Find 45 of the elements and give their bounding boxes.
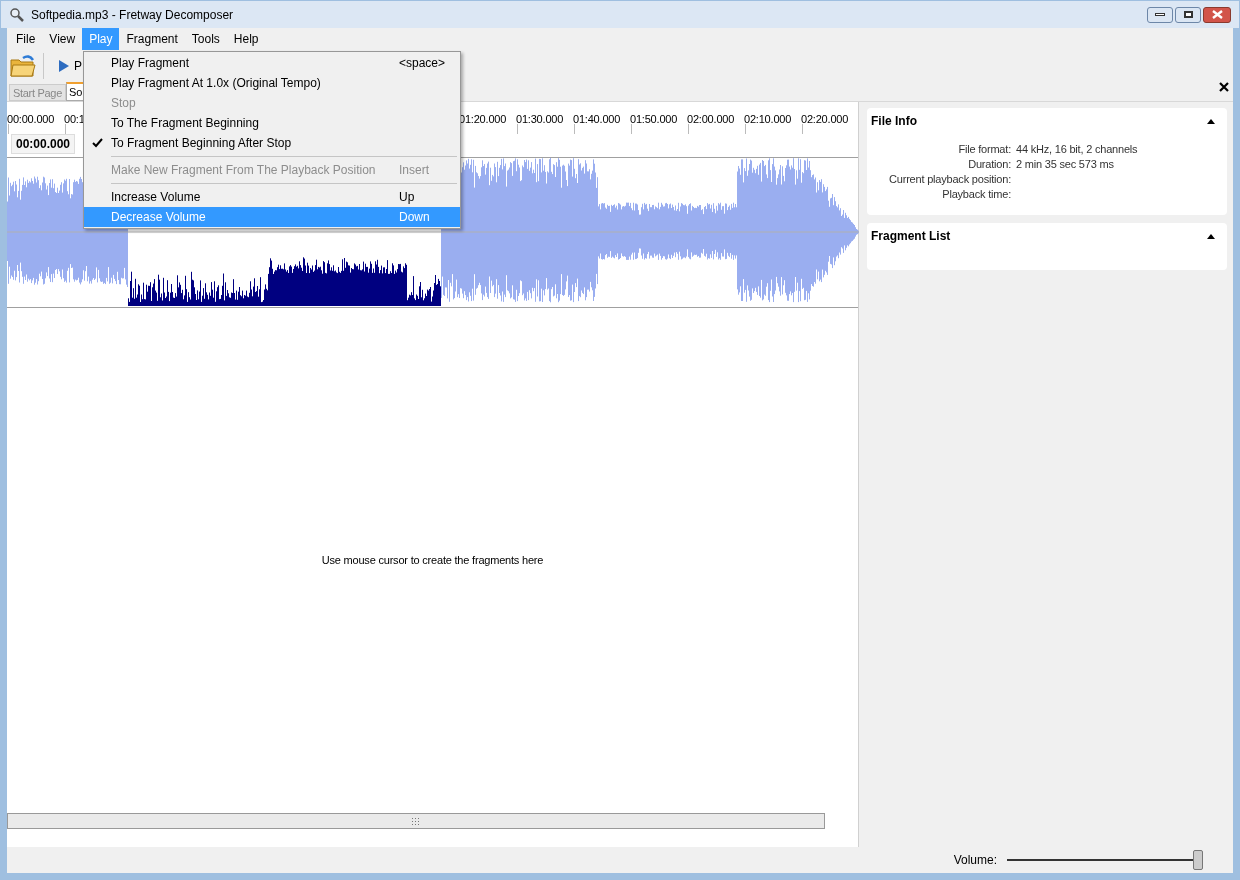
- time-label: 01:50.000: [630, 113, 678, 125]
- minimize-button[interactable]: [1147, 6, 1173, 23]
- close-icon: [1211, 10, 1223, 19]
- close-icon[interactable]: [1219, 82, 1229, 92]
- info-label: File format:: [957, 142, 1011, 157]
- panel-title: Fragment List: [871, 228, 951, 245]
- magnifier-icon: [9, 6, 25, 23]
- collapse-icon[interactable]: [1207, 118, 1215, 124]
- menu-item[interactable]: Tools: [184, 28, 227, 50]
- menu-item[interactable]: To Fragment Beginning After Stop: [84, 133, 460, 153]
- time-label: 02:00.000: [687, 113, 735, 125]
- info-label: Current playback position:: [888, 172, 1011, 187]
- check-icon: [92, 138, 103, 148]
- info-value: 2 min 35 sec 573 ms: [1016, 157, 1114, 172]
- folder-icon[interactable]: [9, 54, 37, 78]
- menu-item[interactable]: View: [42, 28, 83, 50]
- volume-slider[interactable]: [1007, 850, 1203, 870]
- panel-title: File Info: [871, 113, 917, 130]
- maximize-button[interactable]: [1175, 6, 1201, 23]
- window-title: Softpedia.mp3 - Fretway Decomposer: [31, 6, 234, 24]
- time-label: 01:20.000: [459, 113, 507, 125]
- play-button[interactable]: P: [50, 53, 83, 79]
- canvas-hint: Use mouse cursor to create the fragments here: [321, 553, 544, 569]
- info-label: Playback time:: [941, 187, 1011, 202]
- time-label: 00:00.000: [7, 113, 55, 125]
- time-label: 01:30.000: [516, 113, 564, 125]
- menu-item[interactable]: To The Fragment Beginning: [84, 113, 460, 133]
- time-label: 00:1: [64, 113, 85, 125]
- time-label: 02:10.000: [744, 113, 792, 125]
- menu-item[interactable]: File: [9, 28, 43, 50]
- info-label: Duration:: [967, 157, 1011, 172]
- menu-item[interactable]: Play Fragment <space>: [84, 53, 460, 73]
- volume-label: Volume:: [953, 852, 997, 869]
- time-label: 01:40.000: [573, 113, 621, 125]
- menu-item[interactable]: Increase Volume Up: [84, 187, 460, 207]
- close-button[interactable]: [1203, 6, 1231, 23]
- slider-thumb[interactable]: [1193, 850, 1203, 870]
- play-icon: [58, 59, 70, 73]
- menu-item[interactable]: Help: [226, 28, 266, 50]
- collapse-icon[interactable]: [1207, 233, 1215, 239]
- menu-item[interactable]: Fragment: [119, 28, 185, 50]
- position-field[interactable]: 00:00.000: [11, 134, 76, 154]
- horizontal-scrollbar[interactable]: [7, 813, 825, 829]
- info-value: 44 kHz, 16 bit, 2 channels: [1016, 142, 1138, 157]
- time-label: 02:20.000: [801, 113, 849, 125]
